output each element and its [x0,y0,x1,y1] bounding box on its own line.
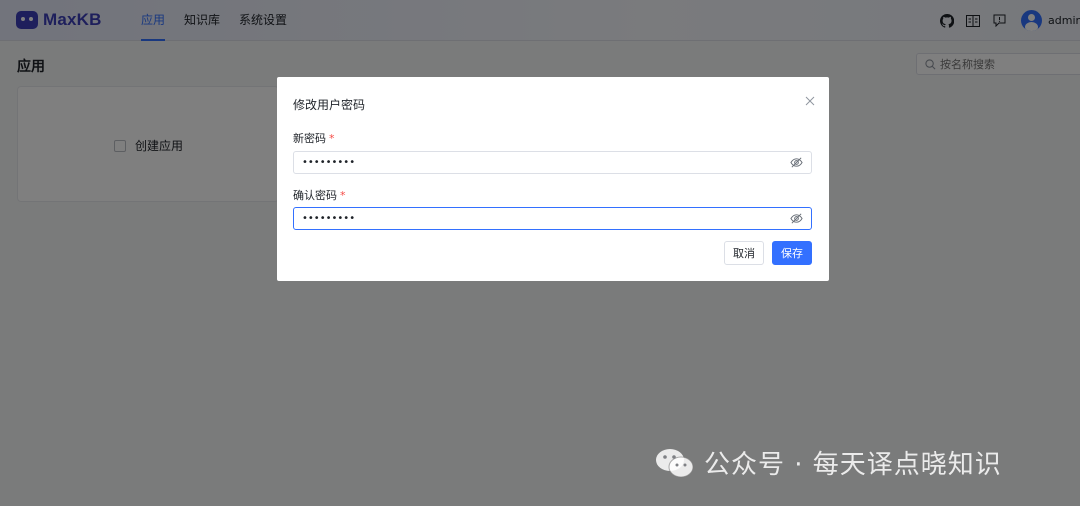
change-password-dialog: 修改用户密码 新密码* 确认密码* 取消 保存 [277,77,829,281]
eye-hidden-icon[interactable] [790,156,803,169]
new-password-label-text: 新密码 [293,132,326,145]
required-mark: * [329,132,335,145]
new-password-input[interactable] [302,157,790,168]
close-icon[interactable] [805,91,817,106]
confirm-password-label-text: 确认密码 [293,189,337,202]
required-mark: * [340,189,346,202]
watermark-text: 公众号 · 每天译点晓知识 [704,450,1002,480]
new-password-field[interactable] [293,151,812,174]
cancel-button[interactable]: 取消 [724,241,764,265]
confirm-password-field[interactable] [293,207,812,230]
wechat-icon [656,448,694,477]
new-password-label: 新密码 * [293,130,335,146]
confirm-password-label: 确认密码 * [293,187,346,203]
save-button[interactable]: 保存 [772,241,812,265]
watermark: 公众号 · 每天译点晓知识 [654,444,1002,481]
confirm-password-input[interactable] [302,213,790,224]
eye-hidden-icon[interactable] [790,212,803,225]
dialog-title: 修改用户密码 [293,98,366,112]
